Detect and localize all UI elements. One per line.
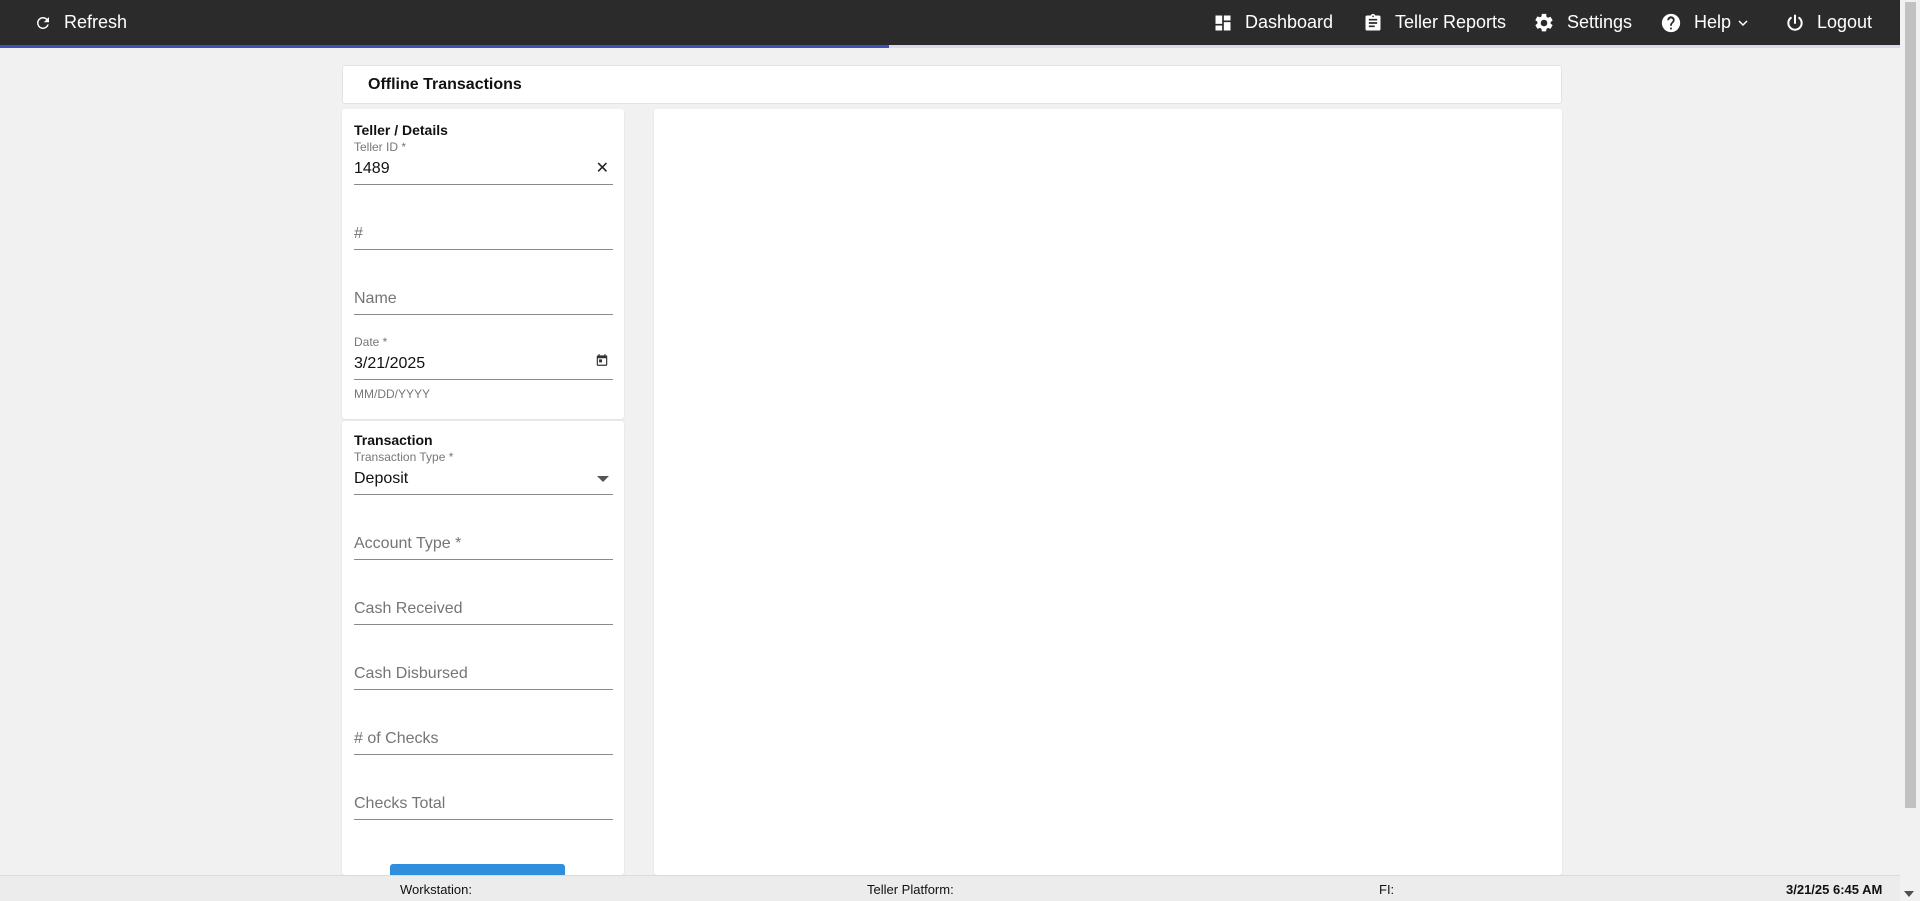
power-icon bbox=[1787, 14, 1803, 31]
dashboard-label: Dashboard bbox=[1245, 12, 1334, 32]
scrollbar-thumb[interactable] bbox=[1905, 2, 1916, 808]
settings-label: Settings bbox=[1567, 12, 1633, 32]
fi-label: FI: bbox=[1379, 882, 1395, 897]
footer-datetime: 3/21/25 6:45 AM bbox=[1786, 882, 1883, 897]
clipboard-icon bbox=[1365, 13, 1381, 31]
workstation-label: Workstation: bbox=[400, 882, 473, 897]
logout-button[interactable]: Logout bbox=[1785, 0, 1872, 45]
status-footer: Workstation: Teller Platform: FI: 3/21/2… bbox=[0, 875, 1900, 901]
dropdown-arrow-icon bbox=[597, 476, 609, 482]
checks-total-placeholder: Checks Total bbox=[354, 795, 446, 812]
cash-received-placeholder: Cash Received bbox=[354, 600, 463, 617]
vertical-scrollbar[interactable] bbox=[1900, 0, 1920, 901]
name-placeholder: Name bbox=[354, 290, 397, 307]
refresh-icon bbox=[36, 16, 49, 29]
progress-fill bbox=[0, 45, 890, 48]
help-label: Help bbox=[1694, 12, 1732, 32]
chevron-down-icon bbox=[1738, 19, 1748, 26]
transaction-details-panel bbox=[654, 109, 1562, 875]
gear-icon bbox=[1535, 13, 1553, 31]
logout-label: Logout bbox=[1817, 12, 1873, 32]
top-navigation-bar: Refresh Dashboard Teller Reports Setting… bbox=[0, 0, 1920, 45]
cash-received-field[interactable]: Cash Received bbox=[354, 582, 613, 625]
teller-id-field[interactable]: Teller ID * 1489 ✕ bbox=[354, 140, 613, 185]
refresh-label: Refresh bbox=[64, 12, 128, 32]
loading-progress-bar bbox=[0, 45, 1900, 48]
teller-id-label: Teller ID * bbox=[354, 140, 407, 154]
settings-button[interactable]: Settings bbox=[1533, 0, 1632, 45]
cash-disbursed-field[interactable]: Cash Disbursed bbox=[354, 647, 613, 690]
transaction-panel: Transaction Transaction Type * Deposit A… bbox=[342, 421, 624, 875]
page-title: Offline Transactions bbox=[368, 75, 522, 93]
cash-disbursed-placeholder: Cash Disbursed bbox=[354, 665, 468, 682]
calendar-icon[interactable] bbox=[595, 353, 609, 372]
scroll-down-arrow-icon[interactable] bbox=[1904, 891, 1914, 897]
num-checks-placeholder: # of Checks bbox=[354, 730, 439, 747]
date-format-helper: MM/DD/YYYY bbox=[354, 387, 431, 401]
number-field[interactable]: # bbox=[354, 207, 613, 250]
clear-icon[interactable]: ✕ bbox=[596, 158, 609, 178]
teller-reports-button[interactable]: Teller Reports bbox=[1363, 0, 1506, 45]
teller-reports-label: Teller Reports bbox=[1395, 12, 1507, 32]
num-checks-field[interactable]: # of Checks bbox=[354, 712, 613, 755]
refresh-button[interactable]: Refresh bbox=[34, 0, 127, 45]
transaction-type-select[interactable]: Transaction Type * Deposit bbox=[354, 450, 613, 495]
date-field[interactable]: Date * 3/21/2025 bbox=[354, 335, 613, 380]
dashboard-button[interactable]: Dashboard bbox=[1213, 0, 1333, 45]
checks-total-field[interactable]: Checks Total bbox=[354, 777, 613, 820]
help-icon bbox=[1661, 13, 1681, 32]
page-header-card: Offline Transactions bbox=[342, 65, 1562, 104]
teller-platform-label: Teller Platform: bbox=[867, 882, 954, 897]
teller-id-value: 1489 bbox=[354, 160, 390, 177]
teller-details-title: Teller / Details bbox=[354, 122, 448, 138]
account-type-field[interactable]: Account Type * bbox=[354, 517, 613, 560]
dashboard-icon bbox=[1215, 15, 1231, 30]
submit-button[interactable] bbox=[390, 864, 565, 875]
account-type-placeholder: Account Type * bbox=[354, 535, 462, 552]
transaction-title: Transaction bbox=[354, 432, 433, 448]
name-field[interactable]: Name bbox=[354, 272, 613, 315]
transaction-type-value: Deposit bbox=[354, 470, 409, 487]
teller-details-panel: Teller / Details Teller ID * 1489 ✕ # Na… bbox=[342, 109, 624, 419]
help-button[interactable]: Help bbox=[1660, 0, 1749, 45]
transaction-type-label: Transaction Type * bbox=[354, 450, 454, 464]
date-label: Date * bbox=[354, 335, 388, 349]
date-value: 3/21/2025 bbox=[354, 355, 426, 372]
number-placeholder: # bbox=[354, 225, 363, 242]
